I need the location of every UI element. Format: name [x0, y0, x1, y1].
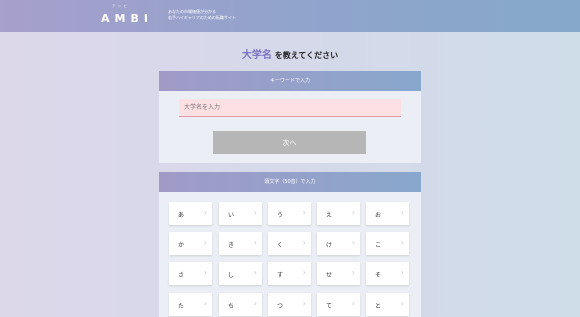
kana-button[interactable]: そ ›	[366, 262, 409, 285]
kana-label: さ	[178, 272, 185, 279]
kana-label: ち	[228, 303, 235, 310]
kana-label: く	[277, 242, 284, 249]
chevron-right-icon: ›	[203, 208, 207, 217]
chevron-right-icon: ›	[203, 268, 207, 277]
university-search-input[interactable]	[179, 99, 401, 117]
kana-label: い	[228, 212, 235, 219]
chevron-right-icon: ›	[351, 299, 355, 308]
site-header: アンビ AMBI あなたの市場価値が分かる 若手ハイキャリアのための転職サイト	[0, 0, 580, 32]
keyword-panel-heading: キーワードで入力	[159, 71, 421, 91]
chevron-right-icon: ›	[253, 208, 257, 217]
kana-button[interactable]: お ›	[366, 202, 409, 225]
kana-button[interactable]: え ›	[317, 202, 360, 225]
chevron-right-icon: ›	[253, 299, 257, 308]
kana-button[interactable]: す ›	[268, 262, 311, 285]
kana-label: と	[375, 303, 382, 310]
next-button[interactable]: 次へ	[213, 131, 366, 154]
kana-button[interactable]: た ›	[169, 293, 212, 316]
kana-button[interactable]: せ ›	[317, 262, 360, 285]
kana-button[interactable]: い ›	[219, 202, 262, 225]
chevron-right-icon: ›	[400, 208, 404, 217]
kana-button[interactable]: あ ›	[169, 202, 212, 225]
kana-label: う	[277, 212, 284, 219]
kana-label: そ	[375, 272, 382, 279]
chevron-right-icon: ›	[400, 268, 404, 277]
chevron-right-icon: ›	[351, 238, 355, 247]
tagline: あなたの市場価値が分かる 若手ハイキャリアのための転職サイト	[168, 9, 236, 21]
kana-label: せ	[326, 272, 333, 279]
kana-button[interactable]: け ›	[317, 232, 360, 255]
kana-panel-heading: 頭文字（50音）で入力	[159, 172, 421, 192]
kana-label: け	[326, 242, 333, 249]
kana-button[interactable]: て ›	[317, 293, 360, 316]
kana-button[interactable]: さ ›	[169, 262, 212, 285]
kana-button[interactable]: き ›	[219, 232, 262, 255]
tagline-line-2: 若手ハイキャリアのための転職サイト	[168, 15, 236, 20]
chevron-right-icon: ›	[400, 299, 404, 308]
kana-button[interactable]: つ ›	[268, 293, 311, 316]
page-title-highlight: 大学名	[241, 50, 272, 61]
keyword-panel: キーワードで入力 次へ	[159, 71, 421, 163]
kana-label: す	[277, 272, 284, 279]
chevron-right-icon: ›	[302, 208, 306, 217]
kana-button[interactable]: と ›	[366, 293, 409, 316]
chevron-right-icon: ›	[302, 268, 306, 277]
kana-button[interactable]: か ›	[169, 232, 212, 255]
kana-button[interactable]: ち ›	[219, 293, 262, 316]
kana-button[interactable]: く ›	[268, 232, 311, 255]
page-title: 大学名 を教えてください	[0, 46, 580, 61]
kana-panel: 頭文字（50音）で入力 あ › い › う › え › お › か › き › く › け › こ › さ › し › す › せ ›…	[159, 172, 421, 317]
chevron-right-icon: ›	[400, 238, 404, 247]
kana-label: て	[326, 303, 333, 310]
kana-label: こ	[375, 242, 382, 249]
kana-button[interactable]: う ›	[268, 202, 311, 225]
chevron-right-icon: ›	[351, 208, 355, 217]
logo[interactable]: AMBI	[101, 12, 153, 25]
kana-label: き	[228, 242, 235, 249]
kana-label: し	[228, 272, 235, 279]
chevron-right-icon: ›	[302, 299, 306, 308]
chevron-right-icon: ›	[253, 268, 257, 277]
kana-label: え	[326, 212, 333, 219]
kana-label: か	[178, 242, 185, 249]
kana-label: あ	[178, 212, 185, 219]
kana-button[interactable]: し ›	[219, 262, 262, 285]
kana-label: つ	[277, 303, 284, 310]
chevron-right-icon: ›	[203, 238, 207, 247]
chevron-right-icon: ›	[203, 299, 207, 308]
logo-ruby: アンビ	[112, 4, 130, 8]
chevron-right-icon: ›	[253, 238, 257, 247]
kana-button[interactable]: こ ›	[366, 232, 409, 255]
chevron-right-icon: ›	[351, 268, 355, 277]
kana-label: た	[178, 303, 185, 310]
kana-label: お	[375, 212, 382, 219]
chevron-right-icon: ›	[302, 238, 306, 247]
page-title-rest: を教えてください	[274, 51, 339, 60]
